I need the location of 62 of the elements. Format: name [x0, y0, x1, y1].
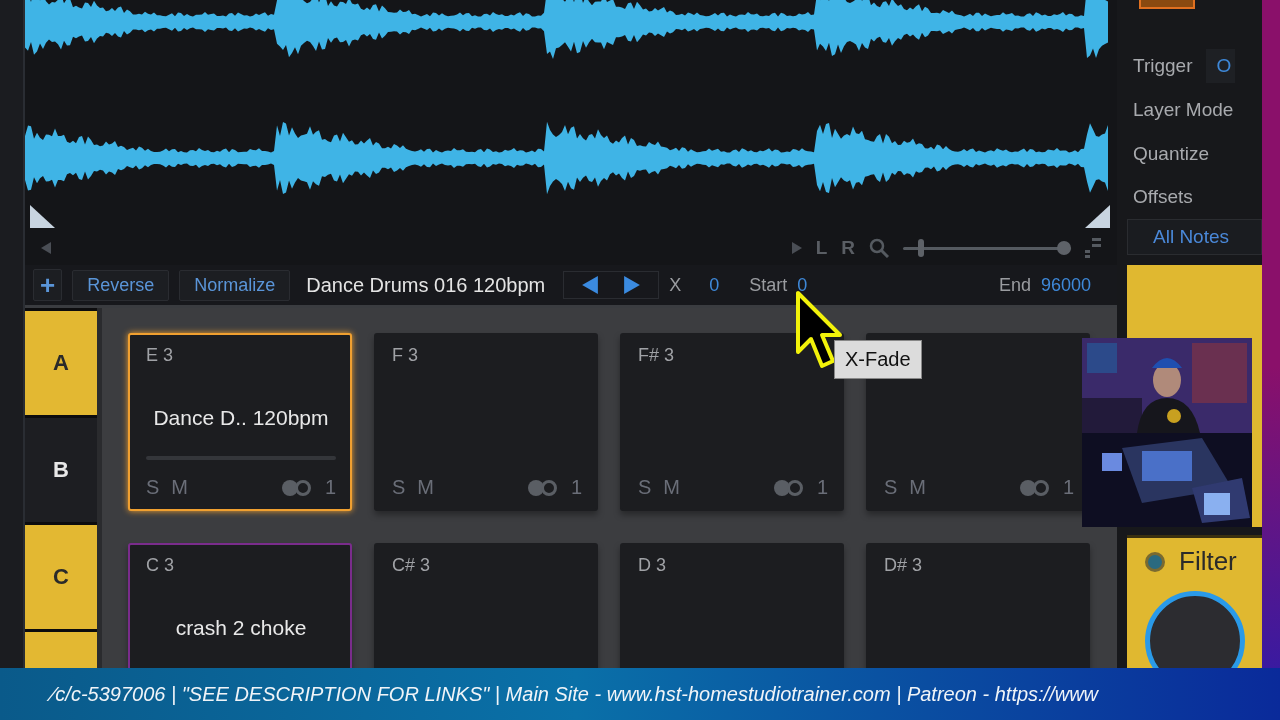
solo-button[interactable]: S	[392, 476, 406, 499]
toggle-icon[interactable]	[1018, 478, 1051, 497]
add-button[interactable]: +	[33, 269, 63, 301]
xfade-label: X	[669, 274, 682, 296]
pad-note: D 3	[638, 555, 666, 576]
notes-dropdown[interactable]: All Notes	[1127, 219, 1262, 255]
pad-count: 1	[816, 476, 828, 499]
pad-sample-name: Dance D.. 120bpm	[153, 406, 329, 430]
drum-pad[interactable]: E 3 Dance D.. 120bpm S M 1	[128, 333, 352, 511]
menu-icon[interactable]	[1085, 237, 1101, 258]
drum-pad[interactable]: D# 3	[866, 543, 1090, 668]
toggle-icon[interactable]	[772, 478, 805, 497]
bank-button[interactable]: A	[25, 311, 97, 415]
toolbar-button[interactable]: Normalize	[179, 269, 291, 301]
mute-button[interactable]: M	[909, 476, 926, 499]
pad-sample-name: crash 2 choke	[175, 616, 307, 640]
drum-pad[interactable]: C# 3	[374, 543, 598, 668]
start-label: Start	[749, 274, 788, 296]
inspector-label: Quantize	[1132, 142, 1210, 165]
bank-button[interactable]: C	[25, 525, 97, 629]
right-channel-toggle[interactable]: R	[841, 236, 855, 259]
tooltip: X-Fade	[834, 340, 922, 379]
mute-button[interactable]: M	[171, 476, 188, 499]
color-swatch[interactable]	[1139, 0, 1195, 10]
end-label: End	[998, 274, 1031, 296]
pad-note: E 3	[146, 345, 174, 366]
solo-button[interactable]: S	[146, 476, 160, 499]
solo-button[interactable]: S	[884, 476, 898, 499]
pad-note: C# 3	[392, 555, 431, 576]
solo-button[interactable]: S	[638, 476, 652, 499]
filter-led[interactable]	[1145, 551, 1165, 572]
ticker-text: ⁄c/c-5397006 | "SEE DESCRIPTION FOR LINKS" | Main Site - www.hst-homestudiotrainer.com | Patreon - https://www	[46, 681, 1105, 707]
trigger-dropdown[interactable]: O	[1206, 49, 1236, 84]
cursor-icon	[795, 290, 845, 370]
drum-pad[interactable]: D 3	[620, 543, 844, 668]
pad-note: D# 3	[884, 555, 923, 576]
sample-name: Dance Drums 016 120bpm	[306, 273, 546, 297]
drum-pad[interactable]: C 3 crash 2 choke	[128, 543, 352, 668]
drum-pad[interactable]: F 3 S M 1	[374, 333, 598, 511]
xfade-value[interactable]: 0	[709, 274, 720, 296]
zoom-icon[interactable]	[869, 237, 889, 258]
drum-pad[interactable]: F# 3 S M 1	[620, 333, 844, 511]
pad-count: 1	[570, 476, 582, 499]
inspector-label: Trigger	[1132, 55, 1193, 78]
mute-button[interactable]: M	[417, 476, 434, 499]
pad-note: F 3	[392, 345, 418, 366]
bank-button[interactable]: B	[25, 418, 97, 522]
pad-note: C 3	[146, 555, 174, 576]
end-value[interactable]: 96000	[1040, 274, 1091, 296]
scroll-left-icon[interactable]	[41, 241, 51, 254]
toolbar-button[interactable]: Reverse	[72, 269, 170, 301]
pad-count: 1	[1062, 476, 1074, 499]
filter-label: Filter	[1179, 546, 1237, 577]
toggle-icon[interactable]	[280, 478, 313, 497]
inspector-label: Layer Mode	[1132, 98, 1234, 121]
play-icon[interactable]	[791, 241, 802, 254]
mute-button[interactable]: M	[663, 476, 680, 499]
pad-count: 1	[324, 476, 336, 499]
pad-note: F# 3	[638, 345, 675, 366]
inspector-label: Offsets	[1132, 186, 1193, 209]
toggle-icon[interactable]	[526, 478, 559, 497]
left-channel-toggle[interactable]: L	[815, 236, 828, 259]
